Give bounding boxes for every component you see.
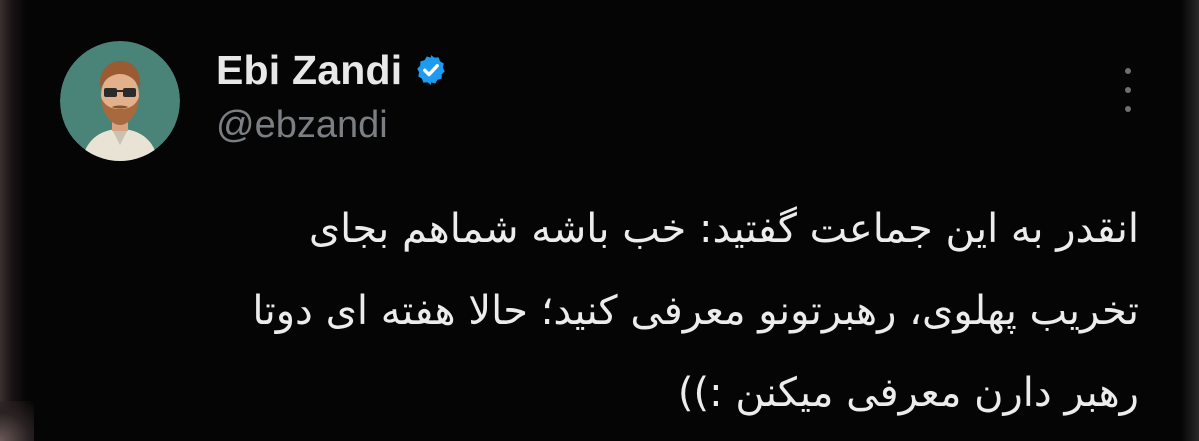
tweet-text: انقدر به این جماعت گفتید: خب باشه شماهم … xyxy=(59,188,1139,434)
author-handle[interactable]: @ebzandi xyxy=(216,104,388,147)
bearded-man-avatar-icon xyxy=(60,41,180,161)
more-vertical-icon xyxy=(1125,68,1131,74)
tweet-card: Ebi Zandi @ebzandi انقدر به این جماعت گف… xyxy=(0,0,1199,441)
avatar[interactable] xyxy=(60,41,180,161)
phone-bezel-corner xyxy=(0,401,34,441)
phone-bezel-left xyxy=(0,0,26,441)
tweet-text-line: رهبر دارن معرفی میکنن :)) xyxy=(677,370,1139,416)
author-display-name[interactable]: Ebi Zandi xyxy=(216,47,402,94)
tweet-text-line: انقدر به این جماعت گفتید: خب باشه شماهم … xyxy=(308,206,1139,252)
phone-bezel-right xyxy=(1181,0,1199,441)
verified-badge-icon xyxy=(417,55,446,85)
more-options-button[interactable] xyxy=(1116,68,1140,112)
more-vertical-icon xyxy=(1125,87,1131,93)
tweet-text-line: تخریب پهلوی، رهبرتونو معرفی کنید؛ حالا ه… xyxy=(252,288,1139,334)
author-name-row[interactable]: Ebi Zandi xyxy=(216,44,448,96)
more-vertical-icon xyxy=(1125,106,1131,112)
